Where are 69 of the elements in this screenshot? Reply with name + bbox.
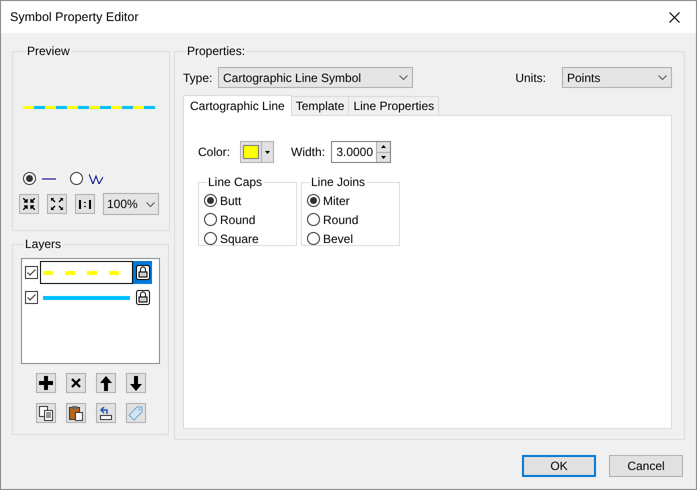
option-label: Square bbox=[220, 230, 259, 248]
caret-up-icon bbox=[381, 145, 386, 148]
option-radio[interactable] bbox=[204, 194, 217, 207]
arrow-up-icon bbox=[100, 376, 112, 390]
add-button[interactable] bbox=[36, 373, 56, 393]
chevron-down-icon bbox=[146, 202, 155, 206]
width-spinner[interactable]: 3.0000 bbox=[331, 141, 392, 163]
color-label: Color: bbox=[198, 144, 230, 161]
option-label: Round bbox=[323, 212, 358, 228]
group-title: Line Caps bbox=[207, 174, 264, 191]
paste-button[interactable] bbox=[66, 403, 86, 423]
plus-icon bbox=[38, 376, 52, 390]
layer-checkbox[interactable] bbox=[25, 291, 38, 304]
zoom-in-button[interactable] bbox=[19, 194, 39, 214]
clipboard-icon bbox=[68, 406, 82, 420]
layer-symbol[interactable] bbox=[40, 261, 133, 284]
dialog-button[interactable]: Cancel bbox=[609, 455, 683, 477]
lock-icon[interactable] bbox=[136, 290, 150, 305]
copy-icon bbox=[38, 406, 52, 420]
option-radio[interactable] bbox=[204, 213, 217, 226]
lock-icon[interactable] bbox=[136, 265, 150, 280]
tag-icon bbox=[128, 406, 143, 420]
group-title: Line Joins bbox=[310, 174, 366, 191]
actual-size-button[interactable] bbox=[75, 194, 95, 214]
units-dropdown[interactable]: Points bbox=[562, 67, 672, 88]
tab[interactable]: Cartographic Line bbox=[183, 95, 292, 116]
option-label: Miter bbox=[323, 192, 350, 210]
type-label: Type: bbox=[183, 70, 214, 86]
tab[interactable]: Template bbox=[292, 96, 350, 115]
zoom-out-button[interactable] bbox=[47, 194, 67, 214]
arrow-down-icon bbox=[130, 376, 142, 390]
chevron-down-icon bbox=[399, 75, 408, 80]
group-title: Properties: bbox=[186, 43, 246, 60]
move-down-button[interactable] bbox=[126, 373, 146, 393]
group-title: Layers bbox=[24, 236, 62, 253]
chevron-down-icon bbox=[658, 75, 667, 80]
close-icon bbox=[668, 12, 680, 22]
option-label: Round bbox=[220, 212, 256, 228]
units-label: Units: bbox=[515, 70, 546, 86]
move-up-button[interactable] bbox=[96, 373, 116, 393]
option-radio[interactable] bbox=[307, 232, 320, 245]
copy-button[interactable] bbox=[36, 403, 56, 423]
shrink-icon bbox=[23, 198, 35, 210]
display-mode-radio[interactable] bbox=[23, 172, 36, 185]
return-arrow-icon bbox=[100, 406, 112, 420]
delete-button[interactable] bbox=[66, 373, 86, 393]
layer-checkbox[interactable] bbox=[25, 266, 38, 279]
window-title: Symbol Property Editor bbox=[10, 8, 139, 26]
dialog-button[interactable]: OK bbox=[522, 455, 596, 477]
straight-line-icon bbox=[42, 178, 56, 180]
expand-icon bbox=[51, 198, 63, 210]
one-to-one-icon bbox=[79, 200, 91, 208]
zigzag-line-icon bbox=[89, 174, 103, 184]
caret-down-icon bbox=[381, 156, 386, 159]
close-icon bbox=[70, 378, 80, 388]
group-title: Preview bbox=[26, 43, 71, 60]
zoom-dropdown[interactable]: 100% bbox=[103, 193, 159, 215]
display-mode-radio[interactable] bbox=[70, 172, 83, 185]
option-radio[interactable] bbox=[307, 194, 320, 207]
type-dropdown[interactable]: Cartographic Line Symbol bbox=[218, 67, 413, 88]
caret-icon bbox=[265, 150, 270, 154]
option-radio[interactable] bbox=[204, 232, 217, 245]
option-label: Bevel bbox=[323, 230, 354, 248]
tab[interactable]: Line Properties bbox=[349, 96, 440, 115]
width-label: Width: bbox=[291, 144, 326, 161]
option-label: Butt bbox=[220, 192, 242, 210]
option-radio[interactable] bbox=[307, 213, 320, 226]
color-picker[interactable] bbox=[240, 141, 274, 163]
import-button[interactable] bbox=[96, 403, 116, 423]
